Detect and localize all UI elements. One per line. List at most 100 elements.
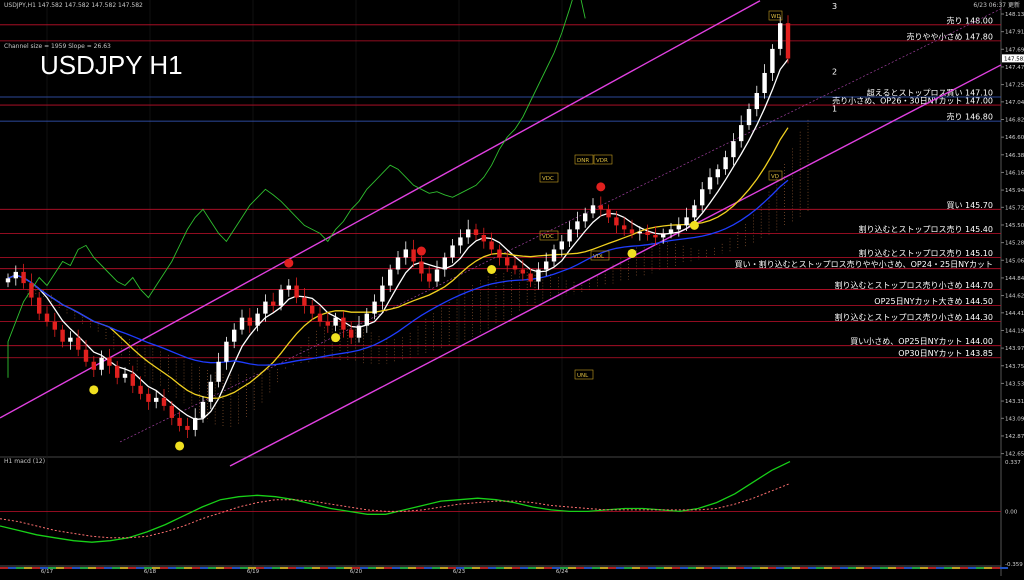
session-strip-cell: [720, 567, 728, 569]
candle-body: [536, 269, 541, 282]
candle-body: [161, 397, 167, 406]
candle-body: [216, 361, 221, 382]
session-strip-cell: [616, 567, 624, 569]
tag-label: VDC: [542, 234, 554, 240]
candle-body: [341, 317, 346, 330]
session-strip-cell: [648, 567, 656, 569]
session-strip-cell: [56, 567, 64, 569]
chart-window: 売り 148.00 売りやや小さめ 147.80 超えるとストップロス買い 147.…: [0, 0, 1024, 576]
candle-body: [614, 217, 619, 226]
session-strip-cell: [344, 567, 352, 569]
y-tick-label: 148.135: [1005, 12, 1024, 18]
tag-label: UNL: [577, 373, 589, 379]
candle-body: [629, 229, 635, 234]
channel-number-label: 3: [832, 2, 837, 11]
candle-body: [559, 241, 564, 250]
symbol-line: USDJPY,H1 147.582 147.582 147.582 147.58…: [4, 2, 143, 9]
y-tick-label: 143.970: [1005, 346, 1024, 352]
session-strip-cell: [520, 567, 528, 569]
candle-body: [232, 329, 237, 342]
session-strip-cell: [64, 567, 72, 569]
session-strip-cell: [440, 567, 448, 569]
session-strip-cell: [664, 567, 672, 569]
price-level-label: 売り 146.80: [946, 112, 993, 122]
tag-label: VD: [771, 174, 779, 180]
candle-body: [52, 321, 57, 330]
session-strip-cell: [336, 567, 344, 569]
session-strip-cell: [104, 567, 112, 569]
price-level-label: 買い小さめ、OP25日NYカット 144.00: [850, 337, 993, 346]
session-strip-cell: [632, 567, 640, 569]
swing-low-marker: [175, 441, 185, 451]
candle-body: [317, 313, 323, 322]
candle-body: [427, 273, 432, 282]
session-strip-cell: [176, 567, 184, 569]
candle-body: [310, 305, 315, 314]
session-strip-cell: [920, 567, 928, 569]
session-strip-cell: [352, 567, 360, 569]
candle-body: [715, 169, 720, 178]
candle-body: [177, 417, 182, 426]
session-strip-cell: [456, 567, 464, 569]
session-strip-cell: [224, 567, 232, 569]
macd-tick-label: 0.337: [1005, 460, 1021, 466]
session-strip-cell: [688, 567, 696, 569]
candle-body: [68, 337, 73, 342]
candle-body: [512, 265, 518, 270]
session-strip-cell: [208, 567, 216, 569]
session-strip-cell: [288, 567, 296, 569]
session-strip-cell: [592, 567, 600, 569]
candle-body: [676, 225, 681, 230]
session-strip-cell: [856, 567, 864, 569]
swing-low-marker: [487, 265, 497, 274]
candle-body: [115, 365, 120, 378]
session-strip-cell: [600, 567, 608, 569]
candle-body: [598, 205, 603, 210]
timestamp: 6/23 06:37 更新: [973, 1, 1020, 9]
tag-label: VDR: [596, 158, 608, 164]
session-strip-cell: [624, 567, 632, 569]
session-strip-cell: [424, 567, 432, 569]
session-strip-cell: [712, 567, 720, 569]
y-tick-label: 146.380: [1005, 153, 1024, 159]
x-tick-label: 6/18: [144, 569, 157, 575]
session-strip-cell: [448, 567, 456, 569]
swing-low-marker: [89, 385, 99, 395]
session-strip-cell: [0, 567, 8, 569]
y-tick-label: 144.845: [1005, 276, 1024, 282]
y-tick-label: 146.160: [1005, 170, 1024, 176]
candle-body: [489, 241, 494, 250]
price-level-label: 割り込むとストップロス売り 145.40: [858, 224, 993, 234]
session-strip-cell: [136, 567, 144, 569]
session-strip-cell: [816, 567, 824, 569]
price-level-label: OP30日NYカット 143.85: [898, 349, 993, 358]
candle-body: [193, 417, 198, 430]
candle-body: [606, 209, 611, 218]
session-strip-cell: [328, 567, 336, 569]
session-strip-cell: [88, 567, 96, 569]
candle-body: [325, 321, 330, 326]
candle-body: [590, 205, 596, 214]
current-price-label: 147.582: [1004, 56, 1024, 62]
candle-body: [356, 325, 362, 338]
session-strip-cell: [864, 567, 872, 569]
candle-body: [333, 317, 338, 326]
candle-body: [99, 357, 104, 370]
candle-body: [239, 317, 245, 330]
candle-body: [364, 313, 369, 326]
session-strip-cell: [256, 567, 264, 569]
candle-body: [122, 373, 128, 378]
candle-body: [778, 23, 783, 49]
session-strip-cell: [824, 567, 832, 569]
candle-body: [762, 72, 767, 94]
candle-body: [770, 48, 775, 73]
session-strip-cell: [392, 567, 400, 569]
tag-label: WD: [771, 14, 781, 20]
chart-svg: 売り 148.00売りやや小さめ 147.80超えるとストップロス買い 147.…: [0, 0, 1024, 576]
candle-body: [395, 257, 401, 270]
session-strip-cell: [152, 567, 160, 569]
channel-number-label: 1: [832, 104, 837, 113]
candle-body: [388, 269, 393, 286]
session-strip-cell: [304, 567, 312, 569]
candle-body: [668, 229, 674, 234]
